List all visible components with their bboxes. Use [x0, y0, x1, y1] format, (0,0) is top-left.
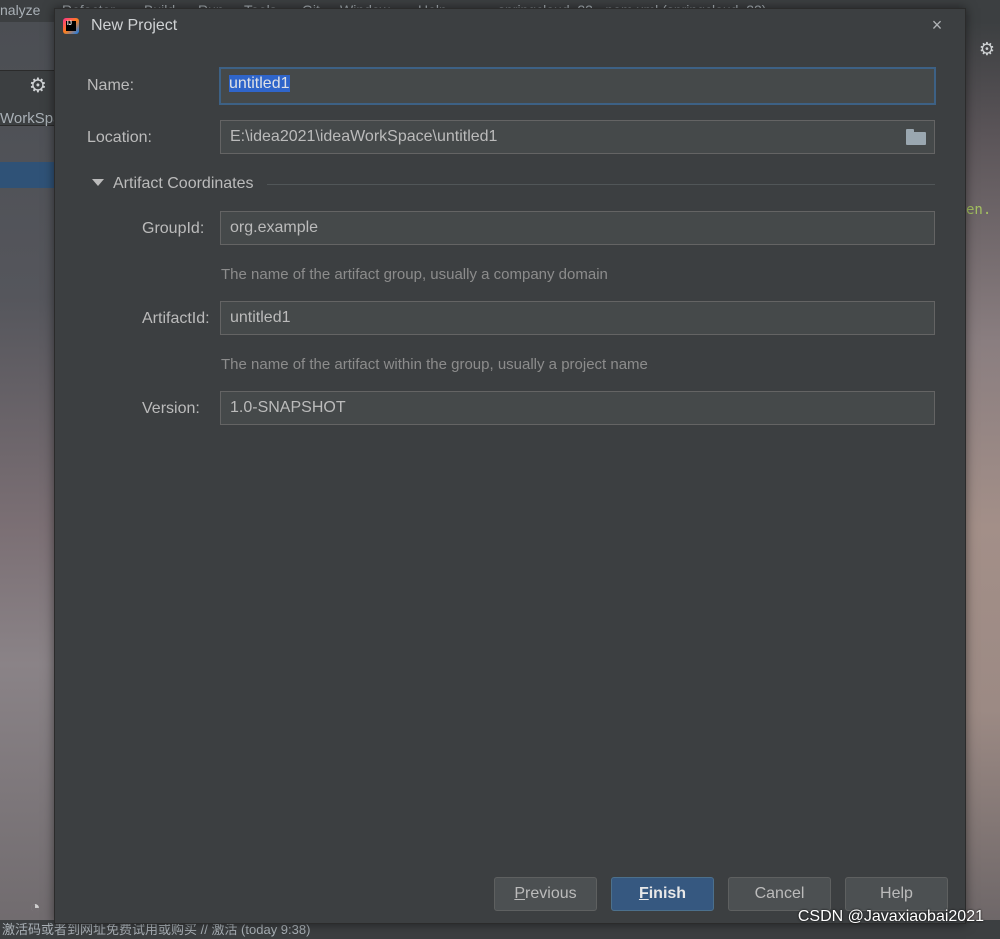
- dialog-title: New Project: [91, 17, 178, 34]
- artifactid-label: ArtifactId:: [142, 310, 210, 327]
- finish-label: inish: [648, 885, 687, 902]
- artifactid-value: untitled1: [230, 309, 291, 326]
- version-input[interactable]: 1.0-SNAPSHOT: [220, 391, 935, 425]
- gear-icon[interactable]: ⚙: [26, 74, 50, 98]
- version-label: Version:: [142, 400, 200, 417]
- settings-gear-icon[interactable]: ⚙: [976, 38, 998, 60]
- collapse-triangle-icon[interactable]: [91, 175, 105, 189]
- help-button[interactable]: Help: [845, 877, 948, 911]
- previous-button[interactable]: Previous: [494, 877, 597, 911]
- name-value: untitled1: [229, 75, 290, 92]
- folder-browse-icon[interactable]: [906, 129, 926, 145]
- location-value: E:\idea2021\ideaWorkSpace\untitled1: [230, 128, 498, 145]
- csdn-watermark: CSDN @Javaxiaobai2021: [797, 908, 984, 925]
- artifactid-input[interactable]: untitled1: [220, 301, 935, 335]
- selected-tree-row[interactable]: [0, 162, 54, 188]
- artifact-coordinates-header[interactable]: Artifact Coordinates: [113, 175, 254, 193]
- finish-mnemonic: F: [638, 885, 649, 902]
- ide-editor-area: ⚙ en.: [966, 22, 1000, 939]
- finish-button[interactable]: Finish: [611, 877, 714, 911]
- workspace-label: WorkSpa: [0, 110, 62, 127]
- name-label: Name:: [87, 77, 135, 94]
- version-value: 1.0-SNAPSHOT: [230, 399, 346, 416]
- notification-icon[interactable]: ◔: [24, 896, 46, 918]
- previous-mnemonic: P: [514, 885, 526, 902]
- ide-project-panel: ⚙ WorkSpa ◔: [0, 22, 61, 939]
- groupid-value: org.example: [230, 219, 319, 236]
- artifactid-hint: The name of the artifact within the grou…: [221, 356, 648, 373]
- intellij-logo-icon: IJ: [63, 18, 79, 34]
- groupid-hint: The name of the artifact group, usually …: [221, 266, 608, 283]
- cancel-button[interactable]: Cancel: [728, 877, 831, 911]
- menu-analyze[interactable]: nalyze: [0, 0, 40, 20]
- code-snippet: en.: [966, 202, 992, 218]
- location-label: Location:: [87, 129, 152, 146]
- previous-label: revious: [525, 885, 577, 902]
- groupid-input[interactable]: org.example: [220, 211, 935, 245]
- new-project-dialog: IJ New Project × Name: untitled1 Locatio…: [54, 8, 966, 924]
- section-divider: [267, 184, 935, 185]
- dialog-titlebar[interactable]: IJ New Project ×: [55, 9, 965, 43]
- groupid-label: GroupId:: [142, 220, 205, 237]
- close-icon[interactable]: ×: [927, 15, 947, 35]
- name-input[interactable]: untitled1: [219, 67, 936, 105]
- location-input[interactable]: E:\idea2021\ideaWorkSpace\untitled1: [220, 120, 935, 154]
